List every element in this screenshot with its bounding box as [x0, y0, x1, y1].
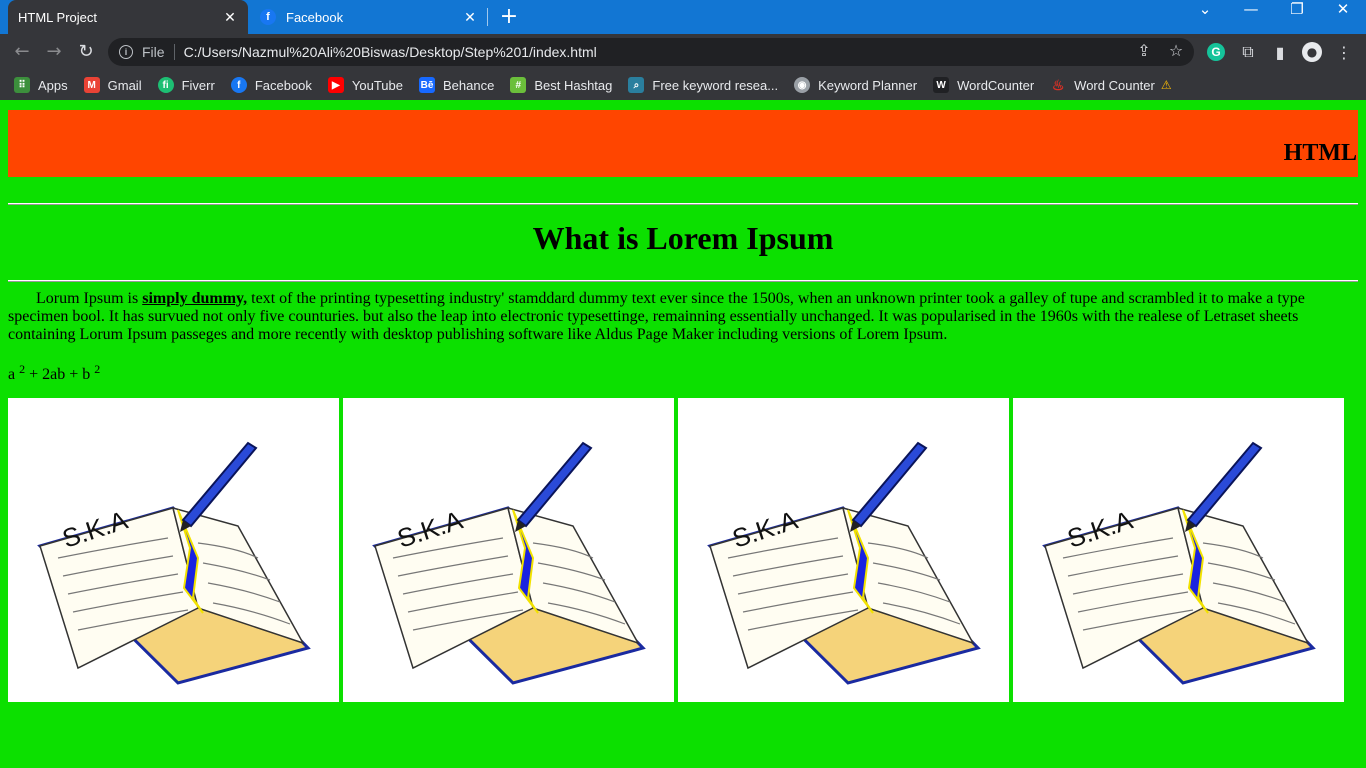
flame-icon: ♨ — [1051, 76, 1065, 93]
bookmark-word-counter[interactable]: ♨ Word Counter ⚠ — [1050, 76, 1172, 93]
open-book-pen-icon: S.K.A — [372, 441, 646, 685]
behance-icon: Bē — [419, 77, 435, 93]
minimize-button[interactable]: — — [1228, 0, 1274, 32]
formula-term: + 2ab + b — [25, 366, 91, 383]
bookmark-label: Keyword Planner — [818, 77, 918, 93]
tab-divider — [487, 8, 488, 26]
bookmark-label: WordCounter — [957, 77, 1035, 93]
bookmark-behance[interactable]: Bē Behance — [419, 77, 494, 93]
search-icon: ⌕ — [628, 77, 645, 93]
keyword-planner-icon: ◉ — [794, 77, 811, 93]
book-image: S.K.A — [8, 398, 339, 702]
header-banner: HTML — [8, 110, 1358, 177]
forward-button[interactable]: → — [42, 40, 66, 64]
youtube-icon: ▶ — [327, 77, 344, 93]
grammarly-extension-icon[interactable]: G — [1204, 40, 1228, 64]
side-panel-icon[interactable]: ▮ — [1268, 40, 1292, 64]
bookmark-label: Fiverr — [181, 77, 215, 93]
bookmark-label: Free keyword resea... — [652, 77, 779, 93]
bookmark-best-hashtag[interactable]: # Best Hashtag — [510, 77, 612, 93]
browser-toolbar: ← → ↻ i File C:/Users/Nazmul%20Ali%20Bis… — [0, 34, 1366, 70]
bookmark-star-icon[interactable]: ☆ — [1165, 40, 1187, 62]
address-bar[interactable]: i File C:/Users/Nazmul%20Ali%20Biswas/De… — [108, 38, 1194, 66]
bookmark-apps[interactable]: ⠿ Apps — [14, 77, 68, 93]
bookmark-facebook[interactable]: f Facebook — [230, 77, 312, 93]
url-text[interactable]: C:/Users/Nazmul%20Ali%20Biswas/Desktop/S… — [184, 44, 597, 60]
tab-title: Facebook — [286, 9, 344, 25]
banner-marquee-text: HTML — [1283, 140, 1357, 166]
close-window-button[interactable]: ✕ — [1320, 0, 1366, 32]
back-button[interactable]: ← — [10, 40, 34, 64]
close-icon[interactable]: ✕ — [222, 9, 238, 26]
tab-title: HTML Project — [18, 9, 97, 25]
open-book-pen-icon: S.K.A — [707, 441, 981, 685]
bookmark-label: YouTube — [351, 77, 403, 93]
book-image: S.K.A — [678, 398, 1009, 702]
facebook-icon: f — [230, 77, 247, 93]
open-book-pen-icon: S.K.A — [1042, 441, 1316, 685]
facebook-icon: f — [260, 9, 276, 25]
bookmark-keyword-planner[interactable]: ◉ Keyword Planner — [794, 77, 917, 93]
info-icon[interactable]: i — [119, 45, 133, 59]
page-title: What is Lorem Ipsum — [532, 220, 834, 256]
bookmark-youtube[interactable]: ▶ YouTube — [327, 77, 403, 93]
bookmark-free-keyword-research[interactable]: ⌕ Free keyword resea... — [628, 77, 778, 93]
horizontal-rule — [8, 203, 1358, 205]
bookmark-gmail[interactable]: M Gmail — [83, 77, 142, 93]
omnibox-divider — [173, 44, 175, 60]
wordcounter-icon: W — [933, 77, 950, 93]
bookmark-label: Behance — [443, 77, 495, 93]
gmail-icon: M — [83, 77, 100, 93]
paragraph-text: Lorum Ipsum is — [36, 290, 143, 307]
bookmark-fiverr[interactable]: fi Fiverr — [157, 77, 215, 93]
profile-button[interactable]: ● — [1300, 40, 1324, 64]
web-page: HTML What is Lorem Ipsum Lorum Ipsum is … — [0, 100, 1366, 768]
new-tab-button[interactable]: + — [498, 4, 520, 30]
paragraph-emphasis: simply dummy, — [142, 290, 248, 307]
url-scheme: File — [142, 44, 165, 60]
avatar: ● — [1302, 42, 1322, 62]
bookmark-label: Facebook — [254, 77, 312, 93]
bookmark-label: Apps — [38, 77, 68, 93]
bookmarks-bar: ⠿ Apps M Gmail fi Fiverr f Facebook ▶ Yo… — [0, 70, 1366, 100]
book-image: S.K.A — [343, 398, 674, 702]
warning-icon: ⚠ — [1160, 78, 1172, 92]
close-icon[interactable]: ✕ — [462, 9, 478, 26]
bookmark-label: Word Counter — [1074, 77, 1155, 93]
open-book-pen-icon: S.K.A — [37, 441, 311, 685]
bookmark-label: Gmail — [107, 77, 142, 93]
bookmark-wordcounter[interactable]: W WordCounter — [933, 77, 1034, 93]
hashtag-icon: # — [510, 77, 527, 93]
body-paragraph: Lorum Ipsum is simply dummy, text of the… — [8, 290, 1314, 344]
tab-facebook[interactable]: f Facebook ✕ — [250, 0, 488, 34]
book-image: S.K.A — [1013, 398, 1344, 702]
apps-grid-icon: ⠿ — [14, 77, 30, 93]
share-icon[interactable]: ⇪ — [1133, 40, 1155, 62]
bookmark-label: Best Hashtag — [534, 77, 613, 93]
extensions-puzzle-icon[interactable]: ⧉ — [1236, 40, 1260, 64]
reload-button[interactable]: ↻ — [74, 40, 98, 64]
menu-kebab-icon[interactable]: ⋮ — [1332, 40, 1356, 64]
tab-html-project[interactable]: ✎ HTML Project ✕ — [8, 0, 248, 116]
restore-button[interactable]: ❐ — [1274, 0, 1320, 32]
formula-term: a — [8, 366, 16, 383]
tab-strip: ✎ HTML Project ✕ f Facebook ✕ + ⌄ — ❐ ✕ — [0, 0, 1366, 116]
formula-exponent: 2 — [94, 362, 101, 376]
math-formula: a 2 + 2ab + b 2 — [8, 362, 100, 384]
horizontal-rule — [8, 280, 1358, 282]
fiverr-icon: fi — [157, 77, 174, 93]
tab-search-button[interactable]: ⌄ — [1182, 0, 1228, 32]
image-gallery: S.K.A S.K.A S.K.A S.K.A — [8, 398, 1344, 702]
